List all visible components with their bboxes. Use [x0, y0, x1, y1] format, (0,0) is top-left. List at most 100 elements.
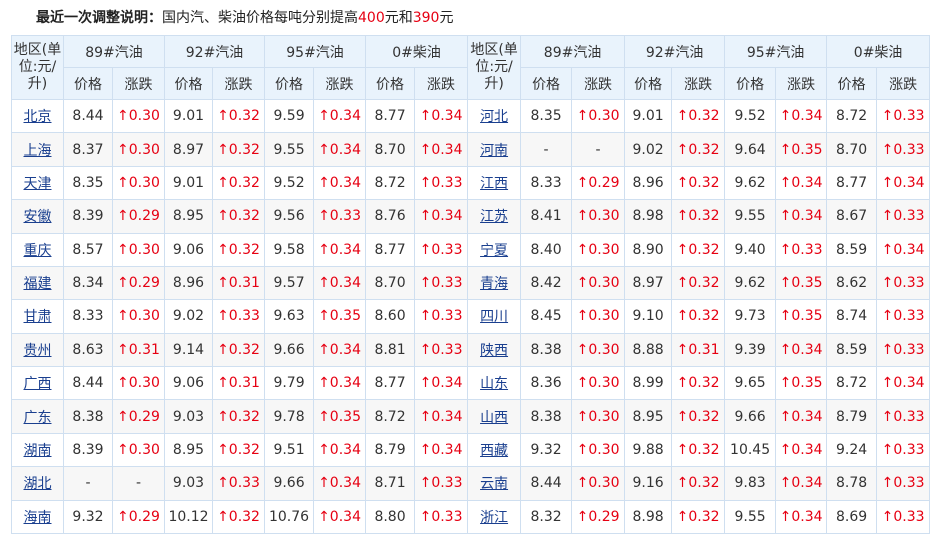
region-cell: 山东 — [467, 365, 522, 401]
price-cell: 8.44 — [63, 365, 113, 401]
region-cell: 河南 — [467, 132, 522, 167]
change-cell: ↑0.32 — [671, 165, 726, 201]
region-cell: 天津 — [11, 165, 64, 201]
change-column-header: 涨跌 — [671, 67, 726, 100]
price-column-header: 价格 — [520, 67, 573, 100]
region-cell: 湖北 — [11, 466, 64, 501]
change-cell: ↑0.30 — [111, 232, 166, 267]
table-row: 海南 9.32 ↑0.29 10.12 ↑0.32 10.76 ↑0.34 8.80 ↑0.33… — [11, 499, 931, 534]
header-row-fuels: 地区(单位:元/升) 89#汽油 92#汽油 95#汽油 0#柴油 地区(单位:… — [11, 35, 931, 100]
region-cell: 湖南 — [11, 432, 64, 468]
change-cell: ↑0.35 — [313, 399, 367, 434]
change-cell: ↑0.33 — [212, 466, 266, 501]
region-link[interactable]: 陕西 — [480, 343, 508, 359]
change-cell: - — [571, 132, 626, 167]
change-column-header: 涨跌 — [313, 67, 367, 100]
region-link[interactable]: 福建 — [24, 276, 52, 292]
price-cell: 8.60 — [365, 299, 416, 334]
table-row: 重庆 8.57 ↑0.30 9.06 ↑0.32 9.58 ↑0.34 8.77 ↑0.33 宁夏… — [11, 232, 931, 267]
price-cell: 8.90 — [624, 232, 673, 267]
region-link[interactable]: 河南 — [480, 143, 508, 159]
region-cell: 贵州 — [11, 332, 64, 368]
region-link[interactable]: 西藏 — [480, 443, 508, 459]
notice-text-before: 国内汽、柴油价格每吨分别提高 — [162, 10, 358, 26]
change-cell: ↑0.34 — [313, 432, 367, 468]
region-link[interactable]: 山东 — [480, 376, 508, 392]
region-link[interactable]: 安徽 — [24, 209, 52, 225]
change-cell: ↑0.29 — [111, 499, 166, 534]
change-cell: ↑0.32 — [671, 132, 726, 167]
region-link[interactable]: 湖南 — [24, 443, 52, 459]
diesel-increase-value: 390 — [412, 10, 440, 26]
region-link[interactable]: 广西 — [24, 376, 52, 392]
change-cell: ↑0.35 — [313, 299, 367, 334]
region-link[interactable]: 上海 — [24, 143, 52, 159]
price-cell: 8.88 — [624, 332, 673, 368]
price-column-header: 价格 — [264, 67, 315, 100]
price-cell: 9.01 — [164, 98, 214, 134]
price-cell: 9.64 — [724, 132, 777, 167]
price-cell: 8.77 — [365, 98, 416, 134]
price-cell: 8.70 — [365, 265, 416, 301]
price-cell: 8.97 — [624, 265, 673, 301]
region-link[interactable]: 湖北 — [24, 476, 52, 492]
price-cell: 9.63 — [264, 299, 315, 334]
change-cell: - — [111, 466, 166, 501]
change-cell: ↑0.33 — [212, 299, 266, 334]
change-cell: ↑0.30 — [571, 466, 626, 501]
price-cell: 9.32 — [63, 499, 113, 534]
change-cell: ↑0.30 — [571, 199, 626, 234]
price-cell: 9.03 — [164, 466, 214, 501]
region-header-right: 地区(单位:元/升) — [467, 35, 522, 100]
fuel-header: 92#汽油 — [164, 35, 266, 68]
fuel-header: 89#汽油 — [62, 35, 166, 68]
region-link[interactable]: 江苏 — [480, 209, 508, 225]
price-cell: 8.72 — [365, 165, 416, 201]
region-link[interactable]: 天津 — [24, 176, 52, 192]
change-cell: ↑0.35 — [775, 365, 828, 401]
change-cell: ↑0.32 — [671, 399, 726, 434]
change-cell: ↑0.30 — [571, 332, 626, 368]
price-cell: 9.88 — [624, 432, 673, 468]
price-cell: 9.56 — [264, 199, 315, 234]
change-cell: ↑0.34 — [414, 365, 469, 401]
change-cell: ↑0.31 — [212, 265, 266, 301]
region-link[interactable]: 江西 — [480, 176, 508, 192]
change-cell: ↑0.33 — [876, 432, 931, 468]
change-cell: ↑0.30 — [571, 98, 626, 134]
region-link[interactable]: 北京 — [24, 109, 52, 125]
price-cell: 8.44 — [520, 466, 573, 501]
change-cell: ↑0.32 — [671, 499, 726, 534]
fuel-header: 0#柴油 — [826, 35, 931, 68]
price-cell: 8.34 — [63, 265, 113, 301]
region-link[interactable]: 云南 — [480, 476, 508, 492]
table-row: 广东 8.38 ↑0.29 9.03 ↑0.32 9.78 ↑0.35 8.72 ↑0.34 山西… — [11, 399, 931, 434]
change-cell: ↑0.33 — [414, 165, 469, 201]
region-link[interactable]: 浙江 — [480, 510, 508, 526]
price-column-header: 价格 — [624, 67, 673, 100]
region-link[interactable]: 河北 — [480, 109, 508, 125]
region-link[interactable]: 甘肃 — [24, 309, 52, 325]
region-link[interactable]: 山西 — [480, 410, 508, 426]
region-link[interactable]: 四川 — [480, 309, 508, 325]
table-row: 湖南 8.39 ↑0.30 8.95 ↑0.32 9.51 ↑0.34 8.79 ↑0.34 西藏… — [11, 432, 931, 468]
price-cell: 8.59 — [826, 232, 878, 267]
price-column-header: 价格 — [826, 67, 878, 100]
price-cell: 9.78 — [264, 399, 315, 434]
change-cell: ↑0.34 — [414, 98, 469, 134]
region-link[interactable]: 青海 — [480, 276, 508, 292]
change-cell: ↑0.32 — [212, 232, 266, 267]
table-row: 贵州 8.63 ↑0.31 9.14 ↑0.32 9.66 ↑0.34 8.81 ↑0.33 陕西… — [11, 332, 931, 368]
region-cell: 浙江 — [467, 499, 522, 534]
change-cell: ↑0.34 — [414, 199, 469, 234]
price-cell: 9.02 — [624, 132, 673, 167]
region-link[interactable]: 广东 — [24, 410, 52, 426]
region-link[interactable]: 贵州 — [24, 343, 52, 359]
price-cell: 8.95 — [624, 399, 673, 434]
change-cell: ↑0.30 — [571, 299, 626, 334]
region-link[interactable]: 重庆 — [24, 243, 52, 259]
region-link[interactable]: 宁夏 — [480, 243, 508, 259]
change-cell: ↑0.33 — [414, 499, 469, 534]
region-link[interactable]: 海南 — [24, 510, 52, 526]
region-cell: 河北 — [467, 98, 522, 134]
